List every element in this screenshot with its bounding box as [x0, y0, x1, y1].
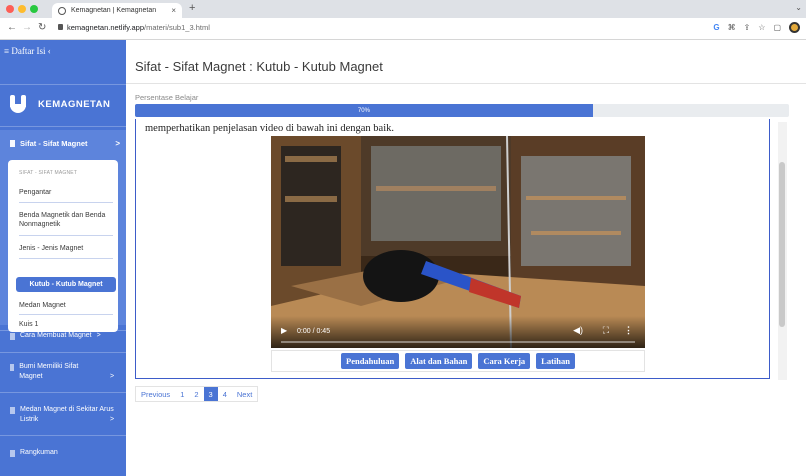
sidebar-group-label: Sifat - Sifat Magnet	[20, 139, 88, 148]
url-host: kemagnetan.netlify.app	[67, 23, 144, 32]
submenu-divider	[19, 202, 113, 203]
back-arrow-icon[interactable]: ←	[7, 22, 17, 33]
pagination-page-1[interactable]: 1	[175, 387, 189, 401]
sidebar-group-header[interactable]: Sifat - Sifat Magnet >	[10, 139, 120, 148]
submenu-divider	[19, 314, 113, 315]
toc-toggle[interactable]: ≡ Daftar Isi ‹	[4, 46, 51, 56]
lesson-panel: memperhatikan penjelasan video di bawah …	[135, 119, 770, 379]
alat-bahan-button[interactable]: Alat dan Bahan	[405, 353, 473, 369]
pagination-next[interactable]: Next	[232, 387, 257, 401]
new-tab-button[interactable]: +	[189, 2, 195, 14]
video-time: 0:00 / 0:45	[297, 328, 331, 335]
pagination-page-4[interactable]: 4	[218, 387, 232, 401]
sidebar-item-label: Rangkuman	[20, 449, 58, 456]
document-icon	[10, 450, 15, 457]
magnet-icon	[8, 95, 28, 113]
sidebar-item-label: Cara Membuat Magnet	[20, 332, 92, 339]
submenu-item-jenis-magnet[interactable]: Jenis - Jenis Magnet	[19, 244, 83, 253]
url-path: /materi/sub1_3.html	[144, 23, 210, 32]
volume-icon[interactable]: ◀)	[573, 325, 583, 336]
maximize-window-dot[interactable]	[30, 5, 38, 13]
more-options-icon[interactable]: ⋮	[624, 325, 633, 336]
submenu-item-pengantar[interactable]: Pengantar	[19, 188, 51, 197]
lock-icon	[58, 24, 63, 30]
pagination: Previous 1 2 3 4 Next	[135, 386, 259, 402]
document-icon	[10, 407, 15, 414]
main-content: Sifat - Sifat Magnet : Kutub - Kutub Mag…	[126, 40, 806, 476]
pendahuluan-button[interactable]: Pendahuluan	[341, 353, 400, 369]
document-icon	[10, 333, 15, 340]
document-icon	[10, 364, 15, 371]
sidebar-group-sifat-magnet: Sifat - Sifat Magnet > SIFAT - SIFAT MAG…	[0, 130, 126, 332]
intro-text: memperhatikan penjelasan video di bawah …	[145, 123, 395, 134]
brand[interactable]: KEMAGNETAN	[8, 95, 110, 113]
submenu-item-kuis[interactable]: Kuis 1	[19, 320, 38, 329]
tab-title: Kemagnetan | Kemagnetan	[71, 7, 157, 14]
globe-icon	[58, 6, 66, 15]
submenu-divider	[19, 258, 113, 259]
pagination-page-3[interactable]: 3	[203, 387, 218, 401]
sidebar-item-label: Medan Magnet di Sekitar Arus Listrik	[20, 406, 114, 423]
browser-tab[interactable]: Kemagnetan | Kemagnetan ×	[52, 3, 182, 18]
progress-fill: 70%	[135, 104, 593, 117]
browser-tab-bar: Kemagnetan | Kemagnetan × + ⌄	[0, 0, 806, 18]
cara-kerja-button[interactable]: Cara Kerja	[478, 353, 531, 369]
pagination-previous[interactable]: Previous	[136, 387, 175, 401]
scrollbar[interactable]	[778, 122, 787, 380]
tab-search-icon[interactable]: ⌄	[795, 3, 802, 12]
play-icon[interactable]: ▶	[281, 326, 287, 335]
sidebar-divider	[0, 352, 126, 353]
sidebar-divider	[0, 392, 126, 393]
submenu-item-medan-magnet[interactable]: Medan Magnet	[19, 301, 66, 310]
sidebar-item-cara-membuat-magnet[interactable]: Cara Membuat Magnet >	[10, 331, 118, 341]
document-icon	[10, 140, 15, 147]
latihan-button[interactable]: Latihan	[536, 353, 575, 369]
close-window-dot[interactable]	[6, 5, 14, 13]
video-seekbar[interactable]	[281, 341, 635, 343]
page-title: Sifat - Sifat Magnet : Kutub - Kutub Mag…	[135, 59, 383, 74]
submenu-caption: SIFAT - SIFAT MAGNET	[19, 170, 78, 176]
fullscreen-icon[interactable]: ⛶	[603, 325, 609, 336]
video-controls: ▶ 0:00 / 0:45 ◀) ⛶ ⋮	[271, 316, 645, 348]
sidebar-panel-icon[interactable]: ▢	[773, 23, 781, 32]
progress-label: Persentase Belajar	[135, 93, 199, 102]
header-divider	[126, 83, 806, 84]
minimize-window-dot[interactable]	[18, 5, 26, 13]
translate-icon[interactable]: ⌘	[728, 23, 736, 32]
sidebar-divider	[0, 126, 126, 127]
bookmark-star-icon[interactable]: ☆	[758, 23, 765, 32]
sidebar-divider	[0, 435, 126, 436]
reload-icon[interactable]: ↻	[38, 22, 46, 33]
sidebar-divider	[0, 84, 126, 85]
submenu-item-benda-magnetik[interactable]: Benda Magnetik dan Benda Nonmagnetik	[19, 211, 109, 229]
profile-avatar-icon[interactable]	[789, 22, 800, 33]
share-icon[interactable]: ⇪	[744, 23, 751, 32]
chevron-right-icon: >	[110, 373, 115, 380]
sidebar-item-medan-arus-listrik[interactable]: Medan Magnet di Sekitar Arus Listrik	[10, 405, 118, 425]
sidebar: ≡ Daftar Isi ‹ KEMAGNETAN Sifat - Sifat …	[0, 40, 126, 476]
pagination-page-2[interactable]: 2	[189, 387, 203, 401]
url-field[interactable]: kemagnetan.netlify.app/materi/sub1_3.htm…	[58, 23, 210, 32]
forward-arrow-icon[interactable]: →	[22, 22, 32, 33]
chevron-right-icon: >	[110, 416, 115, 423]
scrollbar-thumb[interactable]	[779, 162, 785, 327]
toolbar-icons: G ⌘ ⇪ ☆ ▢	[713, 22, 800, 33]
sidebar-item-label: Bumi Memiliki Sifat Magnet	[19, 363, 79, 380]
progress-bar: 70%	[135, 104, 789, 117]
tab-close-icon[interactable]: ×	[171, 6, 176, 15]
sidebar-item-rangkuman[interactable]: Rangkuman	[10, 448, 118, 458]
chevron-right-icon: >	[96, 332, 101, 339]
video-player[interactable]: ▶ 0:00 / 0:45 ◀) ⛶ ⋮	[271, 136, 645, 348]
lesson-nav-buttons: Pendahuluan Alat dan Bahan Cara Kerja La…	[271, 350, 645, 372]
address-bar: ← → ↻ kemagnetan.netlify.app/materi/sub1…	[0, 18, 806, 40]
submenu: SIFAT - SIFAT MAGNET Pengantar Benda Mag…	[8, 160, 118, 332]
chevron-right-icon: >	[115, 139, 120, 148]
submenu-item-kutub-magnet[interactable]: Kutub - Kutub Magnet	[16, 277, 116, 292]
google-icon[interactable]: G	[713, 23, 719, 32]
brand-name: KEMAGNETAN	[38, 98, 111, 110]
submenu-divider	[19, 235, 113, 236]
sidebar-item-bumi-magnet[interactable]: Bumi Memiliki Sifat Magnet	[10, 362, 90, 382]
